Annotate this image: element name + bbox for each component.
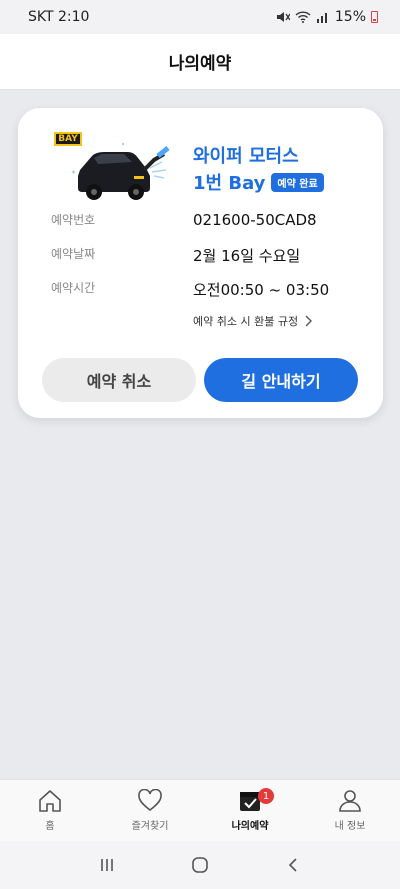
carrier: SKT [28,9,54,25]
mute-icon [276,12,290,22]
reservation-time-row: 예약시간 오전00:50 ~ 03:50 [51,279,351,300]
bay-tag: BAY [54,132,82,146]
shop-name: 와이퍼 모터스 [193,146,299,167]
bay-line: 1번 Bay 예약 완료 [193,169,324,195]
tab-favorites[interactable]: 즐겨찾기 [100,780,200,841]
refund-policy-link[interactable]: 예약 취소 시 환불 규정 [193,313,313,329]
tab-my-reservation-label: 나의예약 [231,821,269,832]
tab-home[interactable]: 홈 [0,780,100,841]
home-circle-icon [192,857,208,873]
home-icon [39,790,61,812]
reservation-number-label: 예약번호 [51,213,96,227]
tab-my-info-label: 내 정보 [334,821,366,832]
reservation-time-label: 예약시간 [51,281,96,295]
heart-icon [138,789,162,812]
tab-favorites-label: 즐겨찾기 [131,821,169,832]
cancel-reservation-button[interactable]: 예약 취소 [42,358,196,402]
chevron-right-icon [305,315,313,327]
status-right: 15% [276,9,378,25]
battery-text: 15% [334,9,366,25]
person-icon [339,790,361,812]
reservation-date-label: 예약날짜 [51,247,96,261]
tab-my-reservation[interactable]: 1 나의예약 [200,780,300,841]
notification-badge: 1 [258,788,274,804]
back-icon [289,858,297,872]
signal-icon [316,13,327,23]
reservation-number-value: 021600-50CAD8 [193,211,317,229]
car-wash-illustration: BAY [54,132,174,204]
reservation-date-row: 예약날짜 2월 16일 수요일 [51,245,351,266]
tab-home-label: 홈 [45,821,55,832]
clock: 2:10 [58,9,90,25]
bay-name: 1번 Bay [193,173,266,194]
recent-apps-button[interactable] [87,850,127,880]
reservation-time-value: 오전00:50 ~ 03:50 [193,281,330,299]
bottom-tab-bar: 홈 즐겨찾기 1 나의예약 내 정보 [0,779,400,841]
status-bar: SKT 2:10 15% [0,0,400,34]
page-header: 나의예약 [0,34,400,90]
status-left: SKT 2:10 [28,9,89,25]
system-nav-bar [0,841,400,889]
reservation-date-value: 2월 16일 수요일 [193,247,301,265]
home-button[interactable] [180,850,220,880]
status-badge: 예약 완료 [271,172,324,192]
recent-apps-icon [100,859,113,871]
navigate-button[interactable]: 길 안내하기 [204,358,358,402]
reservation-card: BAY 와이퍼 모터스 1번 Bay 예약 완료 예약번호 021600-50C… [18,108,383,418]
refund-policy-label: 예약 취소 시 환불 규정 [193,315,299,328]
page-title: 나의예약 [168,54,232,74]
tab-my-info[interactable]: 내 정보 [300,780,400,841]
wifi-icon [295,11,311,23]
back-button[interactable] [273,850,313,880]
reservation-number-row: 예약번호 021600-50CAD8 [51,211,351,229]
battery-icon [371,11,378,23]
